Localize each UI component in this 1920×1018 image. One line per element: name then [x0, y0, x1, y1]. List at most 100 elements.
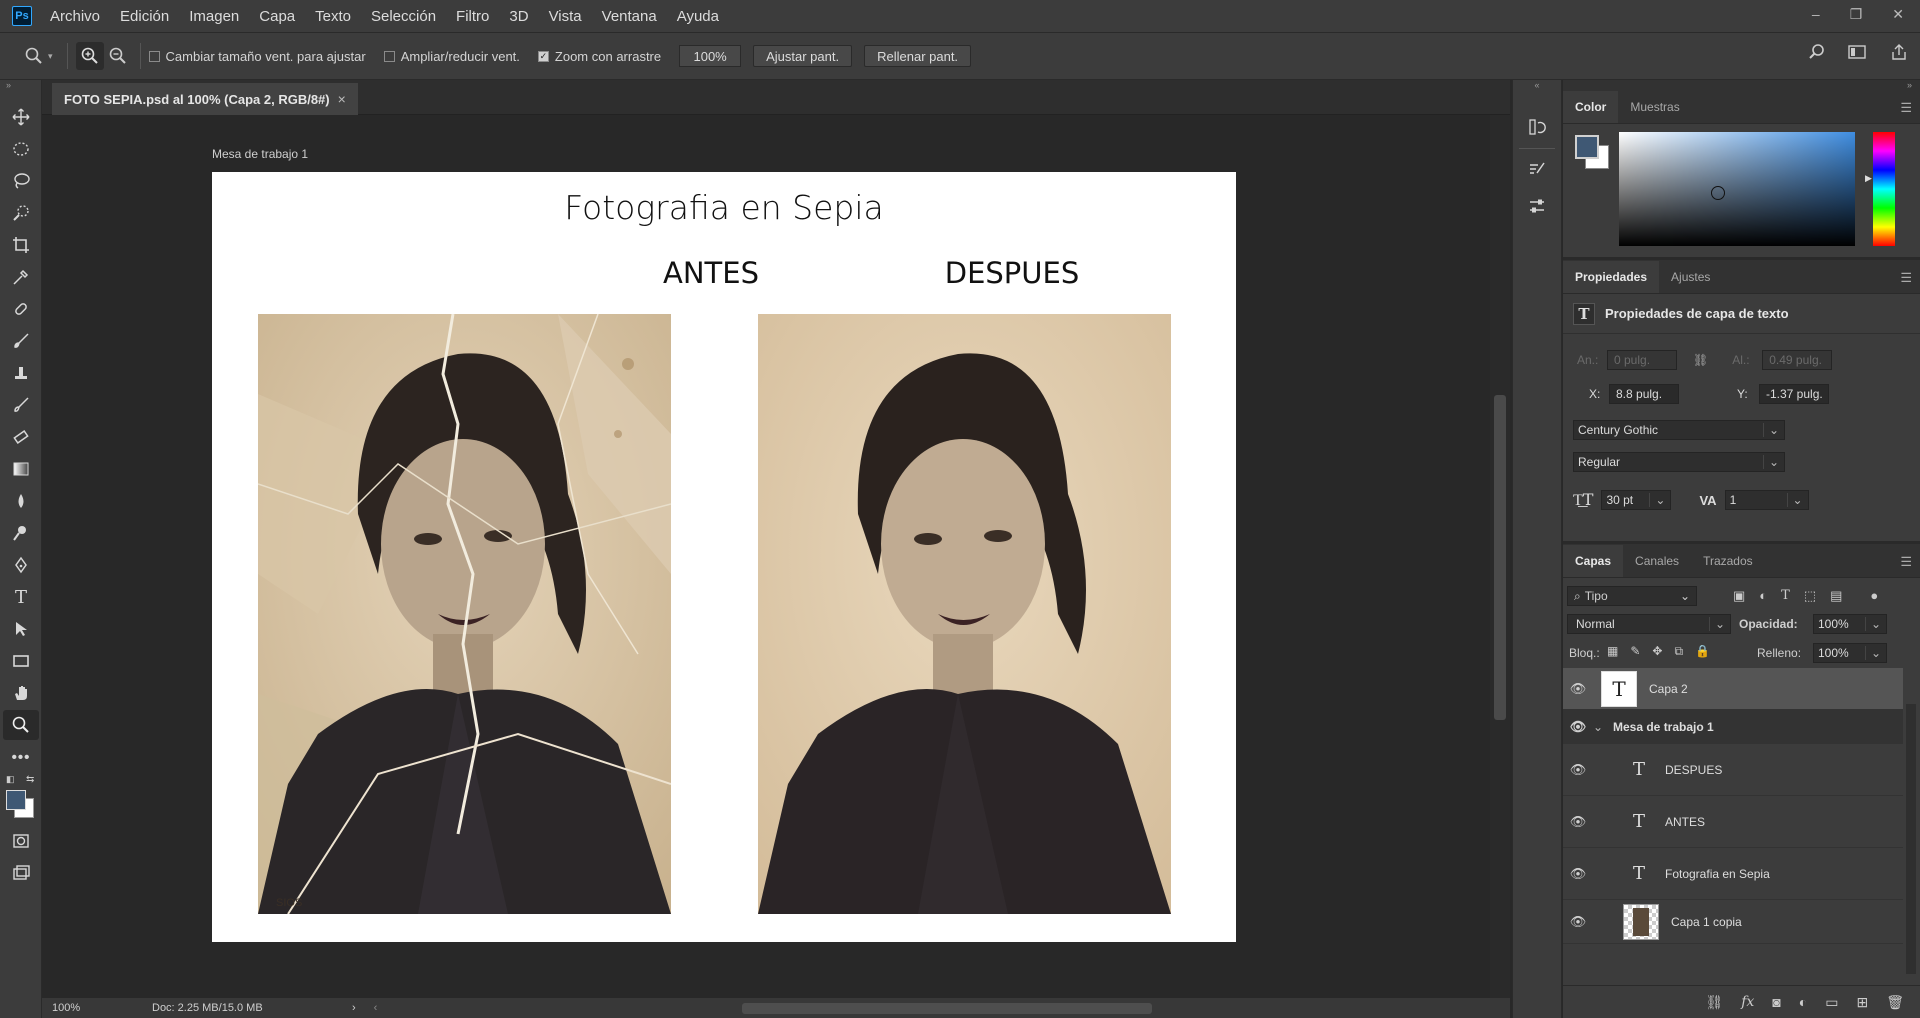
screen-mode-icon[interactable]	[3, 858, 39, 888]
layer-name[interactable]: DESPUES	[1665, 763, 1722, 777]
checkbox-box[interactable]	[383, 50, 395, 62]
color-picker-cursor[interactable]	[1711, 186, 1725, 200]
vertical-scroll-thumb[interactable]	[1494, 395, 1506, 720]
link-layers-icon[interactable]: ⛓	[1705, 994, 1723, 1011]
restore-button[interactable]: ❐	[1850, 6, 1863, 23]
status-menu-arrow-icon[interactable]: ›	[352, 1002, 356, 1014]
artboard[interactable]: Fotografia en Sepia ANTES DESPUES SIOS	[212, 172, 1236, 942]
chevron-down-icon[interactable]: ⌄	[1864, 617, 1886, 631]
path-selection-tool-icon[interactable]	[3, 614, 39, 644]
lock-transparent-icon[interactable]: ▦	[1607, 644, 1618, 659]
lock-image-icon[interactable]: ✎	[1630, 644, 1640, 659]
vertical-scrollbar[interactable]	[1490, 115, 1510, 998]
visibility-eye-icon[interactable]: 👁	[1563, 762, 1593, 778]
font-style-select[interactable]: Regular ⌄	[1573, 452, 1785, 472]
more-tools-icon[interactable]: •••	[3, 742, 39, 772]
quick-selection-tool-icon[interactable]	[3, 198, 39, 228]
blur-tool-icon[interactable]	[3, 486, 39, 516]
collapse-arrows-icon[interactable]: «	[1513, 80, 1561, 106]
resize-windows-checkbox[interactable]: Cambiar tamaño vent. para ajustar	[148, 49, 366, 64]
tab-layers[interactable]: Capas	[1563, 545, 1624, 577]
dodge-tool-icon[interactable]	[3, 518, 39, 548]
minimize-button[interactable]: –	[1812, 6, 1820, 22]
smart-object-filter-icon[interactable]: ▤	[1830, 588, 1842, 604]
zoom-tool-icon[interactable]	[3, 710, 39, 740]
default-colors-icon[interactable]: ◧	[6, 774, 15, 785]
menu-archivo[interactable]: Archivo	[50, 8, 100, 25]
color-picker-field[interactable]	[1619, 132, 1855, 246]
lock-position-icon[interactable]: ✥	[1652, 644, 1662, 659]
adjustments-sliders-icon[interactable]	[1519, 191, 1555, 221]
layers-scrollbar[interactable]	[1906, 704, 1916, 974]
workspace-icon[interactable]	[1848, 43, 1868, 66]
lock-artboard-icon[interactable]: ⧉	[1674, 644, 1683, 659]
menu-texto[interactable]: Texto	[315, 8, 351, 25]
artboard-label[interactable]: Mesa de trabajo 1	[212, 147, 308, 161]
horizontal-scroll-thumb[interactable]	[742, 1003, 1152, 1014]
foreground-color-swatch[interactable]	[6, 790, 26, 810]
checkmark-icon[interactable]: ✓	[537, 50, 549, 62]
adjustment-layer-icon[interactable]: ◐	[1799, 994, 1807, 1010]
fill-field[interactable]: 100% ⌄	[1813, 643, 1887, 663]
visibility-eye-icon[interactable]: 👁	[1563, 719, 1593, 735]
layer-name[interactable]: Mesa de trabajo 1	[1613, 720, 1714, 734]
menu-ayuda[interactable]: Ayuda	[677, 8, 719, 25]
menu-vista[interactable]: Vista	[549, 8, 582, 25]
artboard-title-text[interactable]: Fotografia en Sepia	[212, 188, 1236, 227]
layer-name[interactable]: Capa 2	[1649, 682, 1688, 696]
after-label-text[interactable]: DESPUES	[862, 256, 1162, 290]
visibility-eye-icon[interactable]: 👁	[1563, 866, 1593, 882]
layer-name[interactable]: Fotografia en Sepia	[1665, 867, 1770, 881]
chevron-down-icon[interactable]: ⌄	[1680, 589, 1696, 603]
zoom-level-text[interactable]: 100%	[52, 1002, 132, 1014]
layer-row-capa-2[interactable]: 👁 T Capa 2	[1563, 668, 1903, 710]
eyedropper-tool-icon[interactable]	[3, 262, 39, 292]
tab-paths[interactable]: Trazados	[1691, 545, 1765, 577]
layer-row-despues[interactable]: 👁 T DESPUES	[1563, 744, 1903, 796]
menu-seleccion[interactable]: Selección	[371, 8, 436, 25]
x-field[interactable]: 8.8 pulg.	[1609, 384, 1679, 404]
delete-layer-icon[interactable]: 🗑	[1886, 994, 1904, 1011]
search-icon[interactable]	[1808, 43, 1826, 66]
collapse-arrows-icon[interactable]: »	[1563, 80, 1920, 90]
scrubby-zoom-checkbox[interactable]: ✓ Zoom con arrastre	[537, 49, 661, 64]
zoom-out-icon[interactable]	[104, 42, 132, 70]
shape-filter-icon[interactable]: ⬚	[1804, 588, 1816, 604]
tab-channels[interactable]: Canales	[1623, 545, 1691, 577]
crop-tool-icon[interactable]	[3, 230, 39, 260]
quick-mask-icon[interactable]	[3, 826, 39, 856]
brush-tool-icon[interactable]	[3, 326, 39, 356]
tab-swatches[interactable]: Muestras	[1618, 91, 1691, 123]
menu-ventana[interactable]: Ventana	[602, 8, 657, 25]
visibility-eye-icon[interactable]: 👁	[1563, 914, 1593, 930]
fit-screen-button[interactable]: Ajustar pant.	[753, 45, 853, 67]
chevron-down-icon[interactable]: ⌄	[1649, 493, 1670, 507]
type-tool-icon[interactable]: T	[3, 582, 39, 612]
layer-filter-select[interactable]: ⌕ Tipo ⌄	[1567, 586, 1697, 606]
checkbox-box[interactable]	[148, 50, 160, 62]
history-icon[interactable]	[1519, 112, 1555, 142]
canvas-area[interactable]: Mesa de trabajo 1 Fotografia en Sepia AN…	[42, 115, 1510, 998]
zoom-percent-field[interactable]: 100%	[679, 45, 742, 67]
visibility-eye-icon[interactable]: 👁	[1563, 681, 1593, 697]
chevron-down-icon[interactable]: ⌄	[1708, 617, 1730, 631]
layer-row-antes[interactable]: 👁 T ANTES	[1563, 796, 1903, 848]
new-group-icon[interactable]: ▭	[1825, 994, 1838, 1011]
layer-name[interactable]: ANTES	[1665, 815, 1705, 829]
zoom-all-windows-checkbox[interactable]: Ampliar/reducir vent.	[383, 49, 520, 64]
zoom-tool-preset-icon[interactable]	[20, 42, 48, 70]
hue-slider[interactable]	[1873, 132, 1895, 246]
font-size-select[interactable]: 30 pt ⌄	[1601, 490, 1672, 510]
height-field[interactable]: 0.49 pulg.	[1762, 350, 1833, 370]
before-label-text[interactable]: ANTES	[561, 256, 861, 290]
before-photo[interactable]: SIOS	[258, 314, 671, 914]
type-filter-icon[interactable]: T	[1781, 588, 1790, 604]
tab-properties[interactable]: Propiedades	[1563, 261, 1660, 293]
panel-menu-icon[interactable]: ☰	[1900, 270, 1912, 286]
share-icon[interactable]	[1890, 43, 1908, 66]
chevron-down-icon[interactable]: ⌄	[1762, 423, 1784, 437]
gradient-tool-icon[interactable]	[3, 454, 39, 484]
rectangle-tool-icon[interactable]	[3, 646, 39, 676]
layer-row-capa-1-copia[interactable]: 👁 Capa 1 copia	[1563, 900, 1903, 944]
link-icon[interactable]: ⛓	[1693, 353, 1708, 367]
